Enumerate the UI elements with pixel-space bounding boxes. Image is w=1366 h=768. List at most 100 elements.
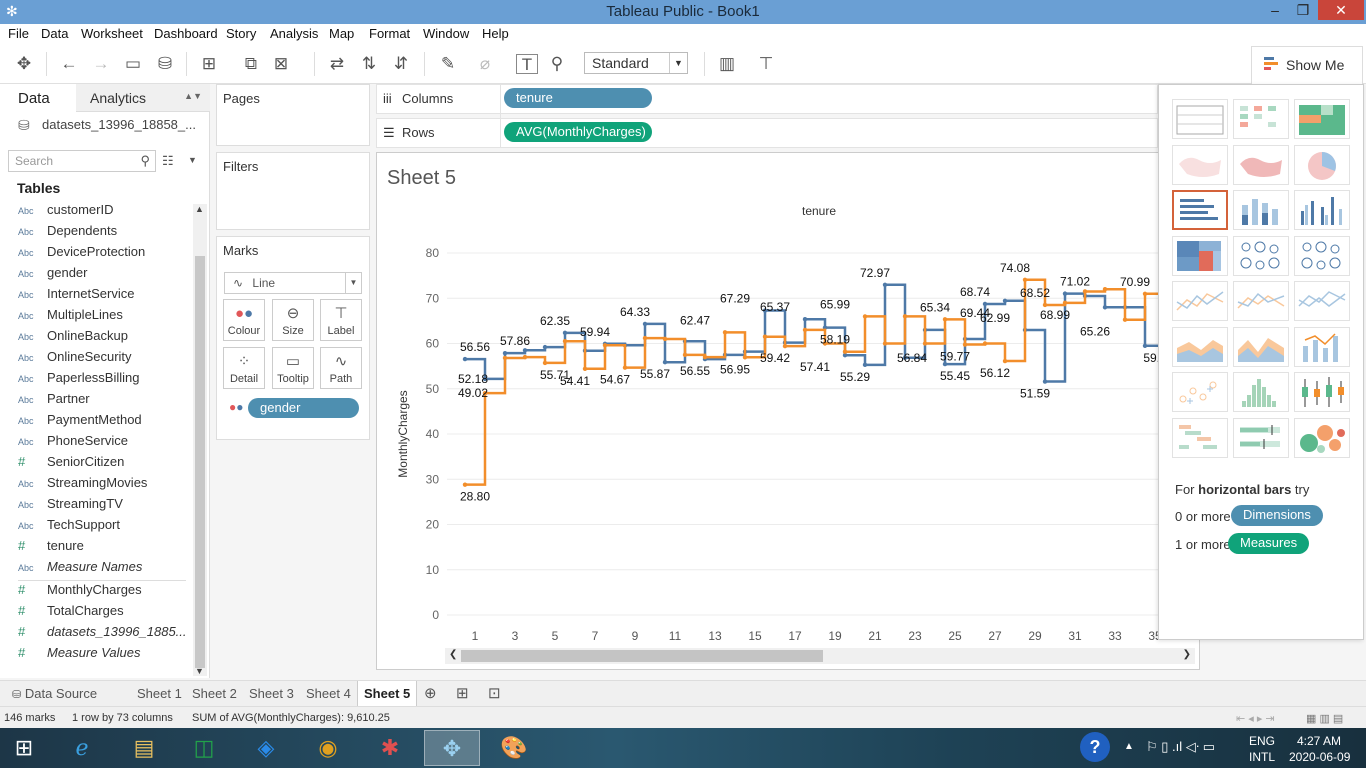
swap-rows-columns-icon[interactable]: ⇄ xyxy=(326,54,348,74)
undo-icon[interactable]: ← xyxy=(58,54,80,74)
data-point-blue[interactable] xyxy=(862,362,868,368)
datasource-name[interactable]: ⛁ datasets_13996_18858_... xyxy=(18,117,196,133)
scroll-left-icon[interactable]: ❮ xyxy=(449,649,457,660)
menu-data[interactable]: Data xyxy=(41,26,68,41)
data-point-orange[interactable] xyxy=(802,327,808,333)
scroll-up-icon[interactable]: ▲ xyxy=(195,204,204,214)
menu-analysis[interactable]: Analysis xyxy=(270,26,318,41)
show-mark-labels-icon[interactable]: T xyxy=(516,54,538,74)
language-code[interactable]: ENG xyxy=(1249,734,1275,748)
data-point-orange[interactable] xyxy=(582,366,588,371)
show-me-treemap-icon[interactable] xyxy=(1172,235,1228,276)
view-mode-icons[interactable]: ▦ ▥ ▤ xyxy=(1306,712,1343,725)
show-me-histogram-icon[interactable] xyxy=(1233,372,1289,412)
duplicate-sheet-icon[interactable]: ⧉ xyxy=(240,54,262,74)
data-point-orange[interactable] xyxy=(562,339,568,344)
mark-type-select[interactable]: ∿ Line ▼ xyxy=(224,272,362,294)
path-button[interactable]: ∿ Path xyxy=(320,347,362,389)
language-layout[interactable]: INTL xyxy=(1249,750,1275,764)
highlight-icon[interactable]: ✎ xyxy=(437,54,459,74)
new-datasource-icon[interactable]: ⛁ xyxy=(154,54,176,74)
field-item[interactable]: Abc customerID xyxy=(18,202,188,223)
data-point-orange[interactable] xyxy=(662,336,668,342)
field-item[interactable]: Abc Dependents xyxy=(18,223,188,244)
tab-analytics[interactable]: Analytics ▲▼ xyxy=(76,84,210,112)
show-me-box-whisker-icon[interactable] xyxy=(1294,372,1350,412)
group-members-icon[interactable]: ⌀ xyxy=(474,54,496,74)
show-me-lines-continuous-icon[interactable] xyxy=(1172,281,1228,321)
data-point-blue[interactable] xyxy=(1002,298,1008,303)
data-point-orange[interactable] xyxy=(902,314,908,319)
show-me-stacked-bars-icon[interactable] xyxy=(1233,190,1289,230)
tenure-pill[interactable]: tenure xyxy=(504,88,652,108)
menu-story[interactable]: Story xyxy=(226,26,256,41)
colour-button[interactable]: ●● Colour xyxy=(223,299,265,341)
data-point-orange[interactable] xyxy=(1062,300,1068,306)
clock-time[interactable]: 4:27 AM xyxy=(1297,734,1341,748)
new-dashboard-icon[interactable]: ⊞ xyxy=(450,681,475,707)
show-me-heat-map-icon[interactable] xyxy=(1233,99,1289,139)
data-point-blue[interactable] xyxy=(542,344,548,350)
sheet-nav-icons[interactable]: ⇤ ◂ ▸ ⇥ xyxy=(1236,712,1275,725)
search-input[interactable]: Search ⚲ xyxy=(8,150,156,172)
pages-card[interactable]: Pages xyxy=(216,84,370,146)
field-item[interactable]: Abc gender xyxy=(18,265,188,286)
data-point-orange[interactable] xyxy=(602,343,608,348)
show-cards-icon[interactable]: ▥ xyxy=(716,54,738,74)
show-me-circle-views-icon[interactable] xyxy=(1233,235,1289,276)
fields-scrollbar[interactable]: ▲ ▼ xyxy=(193,204,207,676)
data-point-blue[interactable] xyxy=(562,330,568,336)
data-point-orange[interactable] xyxy=(782,343,788,349)
show-me-bullet-icon[interactable] xyxy=(1233,417,1289,458)
data-point-blue[interactable] xyxy=(1062,291,1068,296)
presentation-mode-icon[interactable]: ⊤ xyxy=(755,54,777,74)
fix-axes-icon[interactable]: ⚲ xyxy=(546,54,568,74)
field-item[interactable]: Abc TechSupport xyxy=(18,517,188,538)
data-point-orange[interactable] xyxy=(842,349,848,354)
show-me-horizontal-bars-icon[interactable] xyxy=(1172,190,1228,230)
filters-card[interactable]: Filters xyxy=(216,152,370,230)
field-item[interactable]: # TotalCharges xyxy=(18,603,188,624)
data-point-orange[interactable] xyxy=(622,365,628,370)
close-button[interactable]: ✕ xyxy=(1318,0,1364,20)
maximize-button[interactable]: ❐ xyxy=(1290,0,1316,20)
field-item[interactable]: Abc OnlineSecurity xyxy=(18,349,188,370)
data-point-blue[interactable] xyxy=(522,348,528,353)
show-me-pie-icon[interactable] xyxy=(1294,144,1350,185)
data-point-blue[interactable] xyxy=(642,321,648,327)
menu-worksheet[interactable]: Worksheet xyxy=(81,26,143,41)
field-item[interactable]: # datasets_13996_1885... xyxy=(18,624,188,645)
new-worksheet-icon[interactable]: ⊕ xyxy=(418,681,443,707)
tab-sheet-4[interactable]: Sheet 4 xyxy=(300,681,357,707)
show-me-scatter-icon[interactable] xyxy=(1172,372,1228,412)
tab-sheet-2[interactable]: Sheet 2 xyxy=(186,681,243,707)
show-me-dual-lines-icon[interactable] xyxy=(1294,281,1350,321)
menu-format[interactable]: Format xyxy=(369,26,410,41)
field-item[interactable]: Abc Measure Names xyxy=(18,559,188,580)
field-item[interactable]: Abc DeviceProtection xyxy=(18,244,188,265)
data-point-blue[interactable] xyxy=(1042,379,1048,384)
list-view-icon[interactable]: ☷ xyxy=(162,153,174,169)
field-item[interactable]: Abc StreamingTV xyxy=(18,496,188,517)
tray-expand-icon[interactable]: ▲ xyxy=(1124,741,1134,752)
label-button[interactable]: ⊤ Label xyxy=(320,299,362,341)
chevron-down-icon[interactable]: ▼ xyxy=(188,155,197,165)
new-worksheet-icon[interactable]: ⊞ xyxy=(198,54,220,74)
chrome-icon[interactable]: ◉ xyxy=(300,730,356,766)
new-story-icon[interactable]: ⊡ xyxy=(482,681,507,707)
data-point-orange[interactable] xyxy=(502,355,508,361)
photo-app-icon[interactable]: ✱ xyxy=(362,730,418,766)
field-item[interactable]: # Measure Values xyxy=(18,645,188,666)
show-me-area-discrete-icon[interactable] xyxy=(1233,326,1289,367)
field-item[interactable]: Abc PaperlessBilling xyxy=(18,370,188,391)
save-icon[interactable]: ▭ xyxy=(122,54,144,74)
data-point-orange[interactable] xyxy=(542,360,548,366)
field-item[interactable]: Abc Partner xyxy=(18,391,188,412)
show-me-dual-combination-icon[interactable] xyxy=(1294,326,1350,367)
data-point-orange[interactable] xyxy=(882,341,888,346)
menu-window[interactable]: Window xyxy=(423,26,469,41)
show-me-button[interactable]: Show Me xyxy=(1251,46,1363,84)
menu-help[interactable]: Help xyxy=(482,26,509,41)
menu-dashboard[interactable]: Dashboard xyxy=(154,26,218,41)
show-me-highlight-table-icon[interactable] xyxy=(1294,99,1350,139)
